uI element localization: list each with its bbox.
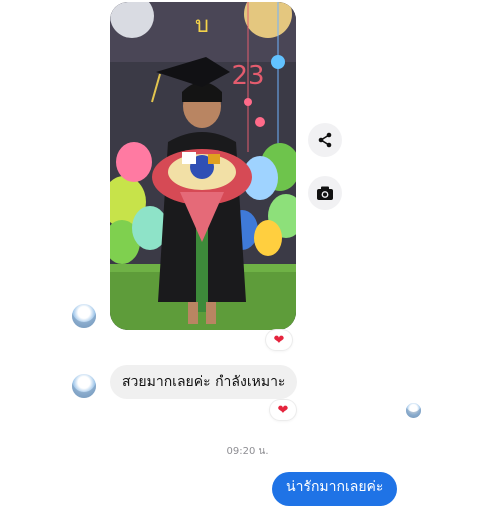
sender-avatar-2[interactable] [72, 374, 96, 398]
read-receipt-avatar [406, 403, 421, 418]
heart-icon: ❤ [273, 332, 285, 348]
heart-icon-2: ❤ [277, 402, 289, 418]
photo-message[interactable]: บ 23 [110, 2, 296, 330]
camera-icon [317, 186, 333, 200]
incoming-message[interactable]: สวยมากเลยค่ะ กำลังเหมาะ [110, 365, 298, 399]
outgoing-message-text: น่ารักมากเลยค่ะ [286, 479, 384, 495]
graduation-photo: บ 23 [110, 2, 296, 330]
sender-avatar[interactable] [72, 304, 96, 328]
share-icon [318, 132, 332, 148]
share-button[interactable] [308, 123, 342, 157]
banner-letter: บ [195, 13, 209, 38]
camera-button[interactable] [308, 176, 342, 210]
incoming-message-text: สวยมากเลยค่ะ กำลังเหมาะ [122, 374, 286, 390]
photo-reaction[interactable]: ❤ [266, 330, 292, 350]
message-timestamp: 09:20 น. [226, 446, 269, 457]
text-reaction[interactable]: ❤ [270, 400, 296, 420]
outgoing-message[interactable]: น่ารักมากเลยค่ะ [272, 472, 398, 506]
